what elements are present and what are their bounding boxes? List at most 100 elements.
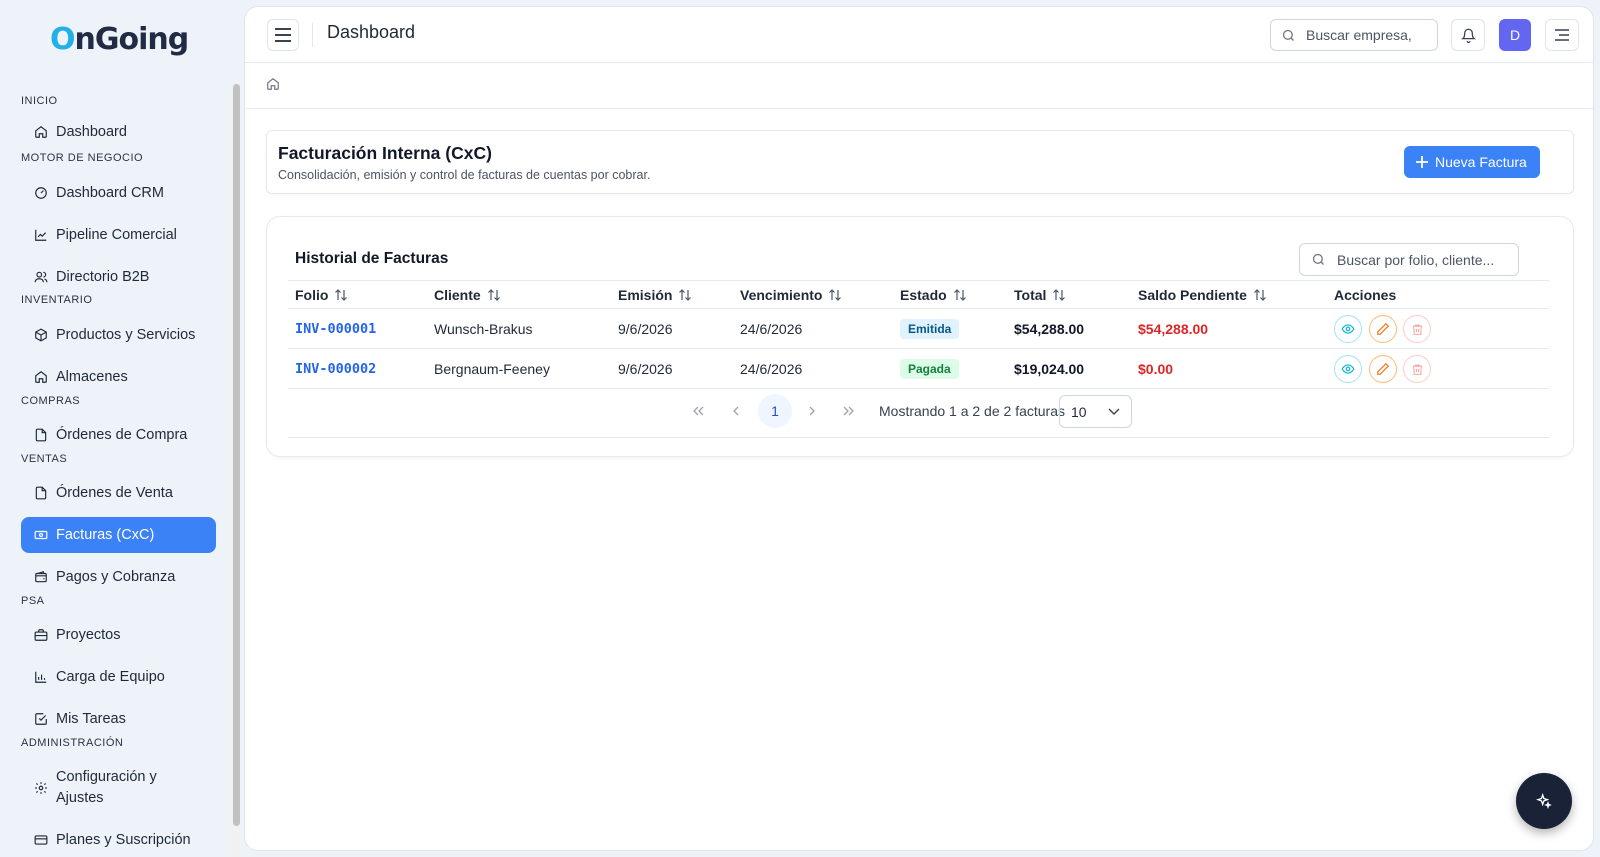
pagination: 1 Mostrando 1 a 2 de 2 facturas 10 <box>288 388 1549 438</box>
cell-emision: 9/6/2026 <box>618 321 673 337</box>
sidebar-item-planes[interactable]: Planes y Suscripción <box>21 822 216 857</box>
sidebar-item-ordenes-venta[interactable]: Órdenes de Venta <box>21 475 216 511</box>
cell-total: $19,024.00 <box>1014 361 1085 377</box>
sidebar-item-tareas[interactable]: Mis Tareas <box>21 701 216 737</box>
next-page-button[interactable] <box>795 394 829 428</box>
invoice-folio-link[interactable]: INV-000001 <box>295 321 376 337</box>
cell-total: $54,288.00 <box>1014 321 1085 337</box>
sort-icon <box>1253 289 1266 301</box>
page-header-card: Facturación Interna (CxC) Consolidación,… <box>266 130 1574 194</box>
table-search-input[interactable] <box>1337 251 1517 268</box>
edit-button[interactable] <box>1369 355 1397 383</box>
column-header-emision[interactable]: Emisión <box>618 287 692 303</box>
view-button[interactable] <box>1334 355 1362 383</box>
sidebar-item-productos[interactable]: Productos y Servicios <box>21 317 216 353</box>
hamburger-icon <box>275 28 291 42</box>
pencil-icon <box>1377 362 1390 375</box>
column-header-cliente[interactable]: Cliente <box>434 287 501 303</box>
section-administracion: ADMINISTRACIÓN <box>21 737 124 749</box>
edit-button[interactable] <box>1369 315 1397 343</box>
sidebar-item-configuracion[interactable]: Configuración y Ajustes <box>21 764 216 812</box>
column-header-total[interactable]: Total <box>1014 287 1066 303</box>
section-motor: MOTOR DE NEGOCIO <box>21 152 144 164</box>
notifications-button[interactable] <box>1451 19 1485 51</box>
check-square-icon <box>34 712 48 726</box>
cell-emision: 9/6/2026 <box>618 361 673 377</box>
sidebar-item-pagos[interactable]: Pagos y Cobranza <box>21 559 216 595</box>
users-icon <box>34 270 48 284</box>
cell-vencimiento: 24/6/2026 <box>740 321 803 337</box>
section-inicio: INICIO <box>21 95 58 107</box>
align-right-icon <box>1555 29 1569 41</box>
section-psa: PSA <box>21 595 45 607</box>
settings-icon <box>34 781 48 795</box>
prev-page-button[interactable] <box>719 394 753 428</box>
column-header-estado[interactable]: Estado <box>900 287 967 303</box>
box-icon <box>34 328 48 342</box>
sidebar-item-directorio[interactable]: Directorio B2B <box>21 259 216 295</box>
chevrons-right-icon <box>843 406 854 416</box>
sidebar-item-dashboard[interactable]: Dashboard <box>21 114 216 150</box>
divider <box>312 23 313 47</box>
cell-saldo: $54,288.00 <box>1138 321 1209 337</box>
sort-icon <box>953 289 966 301</box>
sort-icon <box>1053 289 1066 301</box>
file-icon <box>34 428 48 442</box>
invoices-table-card: Historial de Facturas Folio Cliente Emis… <box>266 216 1574 457</box>
last-page-button[interactable] <box>832 394 866 428</box>
global-search-input[interactable] <box>1306 27 1426 43</box>
sort-icon <box>679 289 692 301</box>
sidebar-item-proyectos[interactable]: Proyectos <box>21 617 216 653</box>
breadcrumb-home[interactable] <box>266 77 280 96</box>
eye-icon <box>1341 324 1355 334</box>
pencil-icon <box>1377 322 1390 335</box>
trend-icon <box>34 228 48 242</box>
sparkles-icon <box>1536 793 1552 809</box>
pagination-info: Mostrando 1 a 2 de 2 facturas <box>879 403 1065 419</box>
section-title: Facturación Interna (CxC) <box>278 143 492 163</box>
sidebar-item-facturas[interactable]: Facturas (CxC) <box>21 517 216 553</box>
search-icon <box>1282 29 1294 41</box>
avatar[interactable]: D <box>1499 19 1531 51</box>
status-badge: Pagada <box>900 359 959 379</box>
invoice-folio-link[interactable]: INV-000002 <box>295 361 376 377</box>
warehouse-icon <box>34 370 48 384</box>
ai-assistant-button[interactable] <box>1516 773 1572 829</box>
table-row: INV-000002 Bergnaum-Feeney 9/6/2026 24/6… <box>288 349 1549 389</box>
bell-icon <box>1460 28 1476 43</box>
per-page-select[interactable]: 10 <box>1059 395 1132 428</box>
eye-icon <box>1341 364 1355 374</box>
section-subtitle: Consolidación, emisión y control de fact… <box>278 168 651 182</box>
app-logo[interactable]: OnGoing <box>50 22 189 57</box>
table-search[interactable] <box>1299 243 1519 276</box>
sidebar-item-almacenes[interactable]: Almacenes <box>21 359 216 395</box>
global-search[interactable] <box>1270 19 1438 51</box>
sidebar-item-pipeline[interactable]: Pipeline Comercial <box>21 217 216 253</box>
section-compras: COMPRAS <box>21 395 81 407</box>
home-icon <box>34 125 48 139</box>
section-inventario: INVENTARIO <box>21 294 93 306</box>
view-button[interactable] <box>1334 315 1362 343</box>
column-header-saldo[interactable]: Saldo Pendiente <box>1138 287 1267 303</box>
chevron-down-icon <box>1108 408 1120 415</box>
column-header-folio[interactable]: Folio <box>295 287 348 303</box>
table-title: Historial de Facturas <box>295 250 449 267</box>
main-panel: Dashboard D Facturación Interna (CxC) Co… <box>244 6 1594 851</box>
breadcrumb <box>245 63 1593 109</box>
menu-toggle-button[interactable] <box>267 19 299 51</box>
right-panel-button[interactable] <box>1545 19 1579 51</box>
chevrons-left-icon <box>693 406 704 416</box>
new-invoice-button[interactable]: Nueva Factura <box>1404 146 1540 178</box>
sidebar-item-ordenes-compra[interactable]: Órdenes de Compra <box>21 417 216 453</box>
sidebar-scrollbar-thumb[interactable] <box>233 84 240 826</box>
cell-saldo: $0.00 <box>1138 361 1174 377</box>
plus-icon <box>1416 156 1428 168</box>
gauge-icon <box>34 186 48 200</box>
delete-button[interactable] <box>1403 355 1431 383</box>
sidebar-item-dashboard-crm[interactable]: Dashboard CRM <box>21 175 216 211</box>
first-page-button[interactable] <box>681 394 715 428</box>
delete-button[interactable] <box>1403 315 1431 343</box>
page-button-current[interactable]: 1 <box>758 394 792 428</box>
sidebar-item-carga[interactable]: Carga de Equipo <box>21 659 216 695</box>
column-header-vencimiento[interactable]: Vencimiento <box>740 287 842 303</box>
